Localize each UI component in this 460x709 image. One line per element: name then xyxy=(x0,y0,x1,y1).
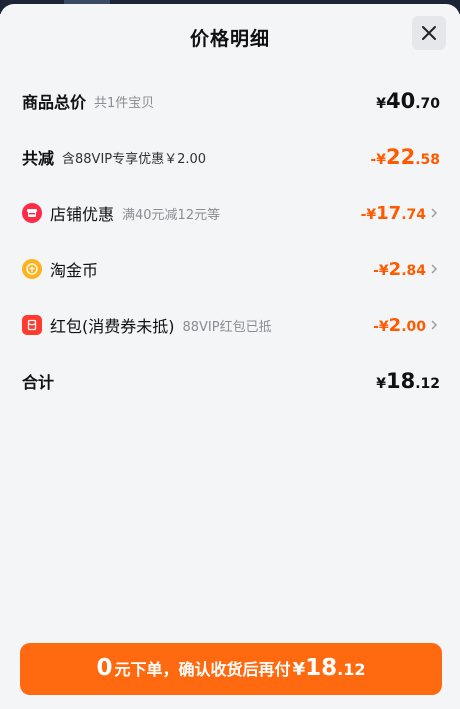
currency-symbol: -¥ xyxy=(370,152,386,168)
total-price-label: 商品总价 xyxy=(22,93,87,112)
sheet-header: 价格明细 xyxy=(0,4,460,68)
currency-symbol: ¥ xyxy=(376,96,386,112)
red-packet-icon xyxy=(22,315,42,335)
order-button[interactable]: 0 元下单，确认收货后再付 ¥ 18 .12 xyxy=(20,643,442,695)
row-red-packet[interactable]: 红包(消费券未抵) 88VIP红包已抵 -¥ 2 .00 xyxy=(22,310,440,340)
close-icon xyxy=(422,26,436,40)
coin-icon xyxy=(22,259,42,279)
chevron-right-icon xyxy=(430,206,440,220)
amount-int: 22 xyxy=(385,145,416,169)
currency-symbol: -¥ xyxy=(360,206,377,223)
amount-dec: .74 xyxy=(401,206,426,223)
shop-icon xyxy=(22,203,42,223)
chevron-right-icon xyxy=(430,318,440,332)
shop-discount-amount: -¥ 17 .74 xyxy=(361,203,426,224)
row-total-discount: 共减 含88VIP专享优惠￥2.00 -¥ 22 .58 xyxy=(22,142,440,172)
total-price-amount: ¥ 40 .70 xyxy=(376,89,440,113)
red-packet-amount: -¥ 2 .00 xyxy=(373,315,426,336)
close-button[interactable] xyxy=(412,16,446,50)
row-shop-discount[interactable]: 店铺优惠 满40元减12元等 -¥ 17 .74 xyxy=(22,198,440,228)
red-packet-note: 88VIP红包已抵 xyxy=(182,319,272,335)
item-count: 共1件宝贝 xyxy=(94,95,155,111)
discount-label: 共减 xyxy=(22,149,55,168)
amount-dec: .00 xyxy=(401,318,426,335)
sum-label: 合计 xyxy=(22,373,55,392)
pay-now-amount: 0 xyxy=(96,655,113,681)
currency-symbol: -¥ xyxy=(373,262,389,279)
sum-amount: ¥ 18 .12 xyxy=(376,369,440,393)
total-discount-amount: -¥ 22 .58 xyxy=(370,145,440,169)
amount-int: 40 xyxy=(385,89,416,113)
amount-int: 18 xyxy=(305,655,338,681)
currency-symbol: -¥ xyxy=(373,318,389,335)
shop-discount-label: 店铺优惠 xyxy=(50,205,115,224)
amount-dec: .70 xyxy=(415,96,440,112)
price-detail-sheet: 价格明细 商品总价 共1件宝贝 ¥ 40 .70 共减 含88VIP专享优惠￥2… xyxy=(0,4,460,709)
amount-int: 2 xyxy=(388,314,402,336)
coin-amount: -¥ 2 .84 xyxy=(373,259,426,280)
shop-discount-rule: 满40元减12元等 xyxy=(122,207,221,223)
currency-symbol: ¥ xyxy=(376,376,386,392)
amount-int: 17 xyxy=(376,202,402,224)
amount-dec: .12 xyxy=(415,376,440,392)
row-sum: 合计 ¥ 18 .12 xyxy=(22,366,440,396)
row-total-price: 商品总价 共1件宝贝 ¥ 40 .70 xyxy=(22,86,440,116)
amount-dec: .12 xyxy=(337,660,366,679)
amount-dec: .84 xyxy=(401,262,426,279)
vip-discount-note: 含88VIP专享优惠￥2.00 xyxy=(62,151,207,167)
amount-dec: .58 xyxy=(415,152,440,168)
amount-int: 2 xyxy=(388,258,402,280)
chevron-right-icon xyxy=(430,262,440,276)
row-coin[interactable]: 淘金币 -¥ 2 .84 xyxy=(22,254,440,284)
red-packet-label: 红包(消费券未抵) xyxy=(50,317,175,336)
currency-symbol: ¥ xyxy=(292,659,306,680)
page-title: 价格明细 xyxy=(189,28,270,50)
amount-int: 18 xyxy=(385,369,416,393)
coin-label: 淘金币 xyxy=(50,261,99,280)
order-button-text: 元下单，确认收货后再付 xyxy=(114,660,291,679)
